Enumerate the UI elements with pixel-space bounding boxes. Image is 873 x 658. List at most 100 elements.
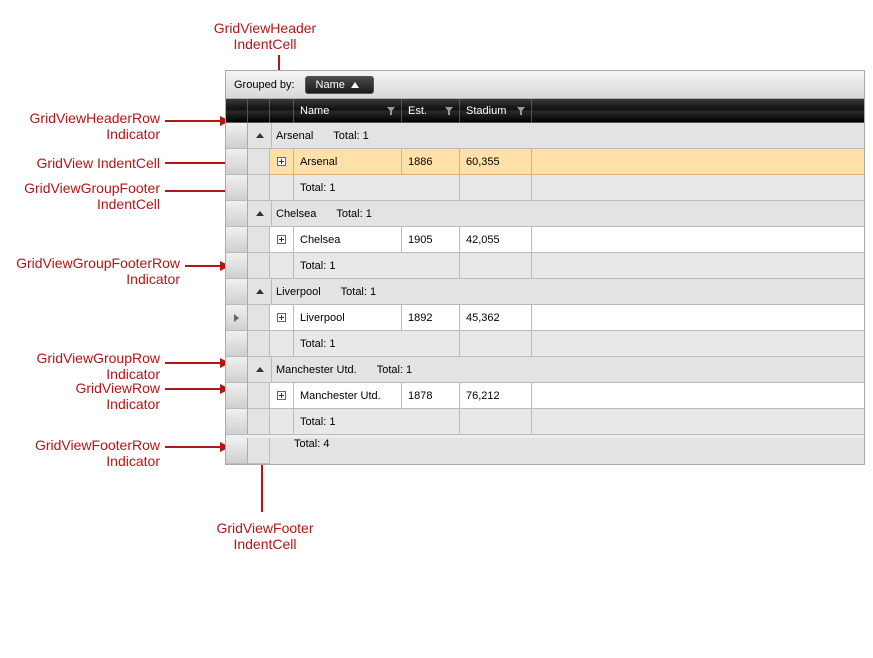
footer-row: Total: 4 [226, 438, 864, 464]
group-footer-row: Total: 1 [226, 409, 864, 435]
group-expand-toggle[interactable] [248, 123, 272, 149]
row-expand-toggle[interactable] [270, 149, 294, 175]
group-expand-toggle[interactable] [248, 279, 272, 305]
annot-indent-cell: GridView IndentCell [10, 155, 160, 171]
group-footer-pad [270, 253, 294, 279]
cell-stadium: 60,355 [460, 149, 532, 175]
group-footer-indent-cell [248, 175, 270, 201]
indent-cell [248, 227, 270, 253]
group-footer-row-indicator [226, 331, 248, 357]
group-footer-total: Total: 1 [294, 175, 402, 201]
group-total: Total: 1 [333, 130, 368, 142]
data-row[interactable]: Arsenal 1886 60,355 [226, 149, 864, 175]
group-footer-blank [532, 409, 864, 435]
cell-stadium: 45,362 [460, 305, 532, 331]
group-name: Arsenal [276, 130, 313, 142]
filter-icon[interactable] [445, 107, 453, 115]
group-expand-toggle[interactable] [248, 357, 272, 383]
row-expand-toggle[interactable] [270, 305, 294, 331]
group-header-text: Chelsea Total: 1 [272, 201, 864, 227]
group-footer-row-indicator [226, 175, 248, 201]
cell-name: Chelsea [294, 227, 402, 253]
group-header-text: Liverpool Total: 1 [272, 279, 864, 305]
group-footer-blank [532, 331, 864, 357]
row-indicator [226, 149, 248, 175]
group-row[interactable]: Arsenal Total: 1 [226, 123, 864, 149]
indent-cell [248, 305, 270, 331]
group-total: Total: 1 [341, 286, 376, 298]
cell-rest [532, 305, 864, 331]
group-row[interactable]: Manchester Utd. Total: 1 [226, 357, 864, 383]
column-header-stadium[interactable]: Stadium [460, 99, 532, 122]
cell-rest [532, 227, 864, 253]
row-indicator [226, 227, 248, 253]
group-footer-pad [270, 175, 294, 201]
group-footer-pad [270, 409, 294, 435]
group-row-indicator [226, 201, 248, 227]
indent-cell [248, 383, 270, 409]
group-by-item[interactable]: Name [305, 76, 374, 94]
group-footer-total: Total: 1 [294, 331, 402, 357]
cell-est: 1892 [402, 305, 460, 331]
header-row: Name Est. Stadium [226, 99, 864, 123]
annot-header-indent: GridViewHeaderIndentCell [195, 20, 335, 52]
column-header-est[interactable]: Est. [402, 99, 460, 122]
footer-indent-cell [248, 438, 270, 464]
row-expand-toggle[interactable] [270, 383, 294, 409]
annot-group-row-ind: GridViewGroupRowIndicator [10, 350, 160, 382]
cell-name: Arsenal [294, 149, 402, 175]
group-header-text: Manchester Utd. Total: 1 [272, 357, 864, 383]
cell-rest [532, 383, 864, 409]
cell-est: 1886 [402, 149, 460, 175]
header-indent-cell [248, 99, 270, 122]
arrow-group-row-ind [165, 362, 222, 364]
indent-cell [248, 149, 270, 175]
group-footer-indent-cell [248, 253, 270, 279]
group-panel-label: Grouped by: [234, 79, 295, 91]
annot-footer-row-ind: GridViewFooterRowIndicator [10, 437, 160, 469]
group-footer-row: Total: 1 [226, 253, 864, 279]
chevron-up-icon [256, 289, 264, 294]
group-footer-row-indicator [226, 253, 248, 279]
filter-icon[interactable] [517, 107, 525, 115]
chevron-up-icon [256, 367, 264, 372]
data-row[interactable]: Manchester Utd. 1878 76,212 [226, 383, 864, 409]
plus-icon [277, 313, 286, 322]
group-expand-toggle[interactable] [248, 201, 272, 227]
gridview: Grouped by: Name Name Est. Stadium [225, 70, 865, 465]
group-row-indicator [226, 123, 248, 149]
header-expand-col [270, 99, 294, 122]
group-row[interactable]: Liverpool Total: 1 [226, 279, 864, 305]
filter-icon[interactable] [387, 107, 395, 115]
cell-est: 1878 [402, 383, 460, 409]
group-footer-total: Total: 1 [294, 253, 402, 279]
chevron-up-icon [256, 211, 264, 216]
group-footer-blank [402, 253, 460, 279]
group-name: Liverpool [276, 286, 321, 298]
footer-row-indicator [226, 438, 248, 464]
group-footer-row: Total: 1 [226, 331, 864, 357]
footer-pad [270, 438, 294, 464]
plus-icon [277, 235, 286, 244]
group-total: Total: 1 [377, 364, 412, 376]
plus-icon [277, 157, 286, 166]
group-row-indicator [226, 357, 248, 383]
row-expand-toggle[interactable] [270, 227, 294, 253]
group-footer-pad [270, 331, 294, 357]
group-footer-blank [532, 175, 864, 201]
group-footer-blank [460, 175, 532, 201]
group-footer-indent-cell [248, 409, 270, 435]
group-name: Chelsea [276, 208, 316, 220]
arrow-footer-indent [261, 462, 263, 512]
group-row[interactable]: Chelsea Total: 1 [226, 201, 864, 227]
cell-name: Manchester Utd. [294, 383, 402, 409]
cell-name: Liverpool [294, 305, 402, 331]
column-header-name[interactable]: Name [294, 99, 402, 122]
group-footer-total: Total: 1 [294, 409, 402, 435]
column-header-stadium-text: Stadium [466, 105, 506, 117]
group-footer-blank [402, 409, 460, 435]
annot-group-footer-row-ind: GridViewGroupFooterRowIndicator [0, 255, 180, 287]
data-row[interactable]: Chelsea 1905 42,055 [226, 227, 864, 253]
data-row[interactable]: Liverpool 1892 45,362 [226, 305, 864, 331]
arrow-header-row-ind [165, 120, 222, 122]
